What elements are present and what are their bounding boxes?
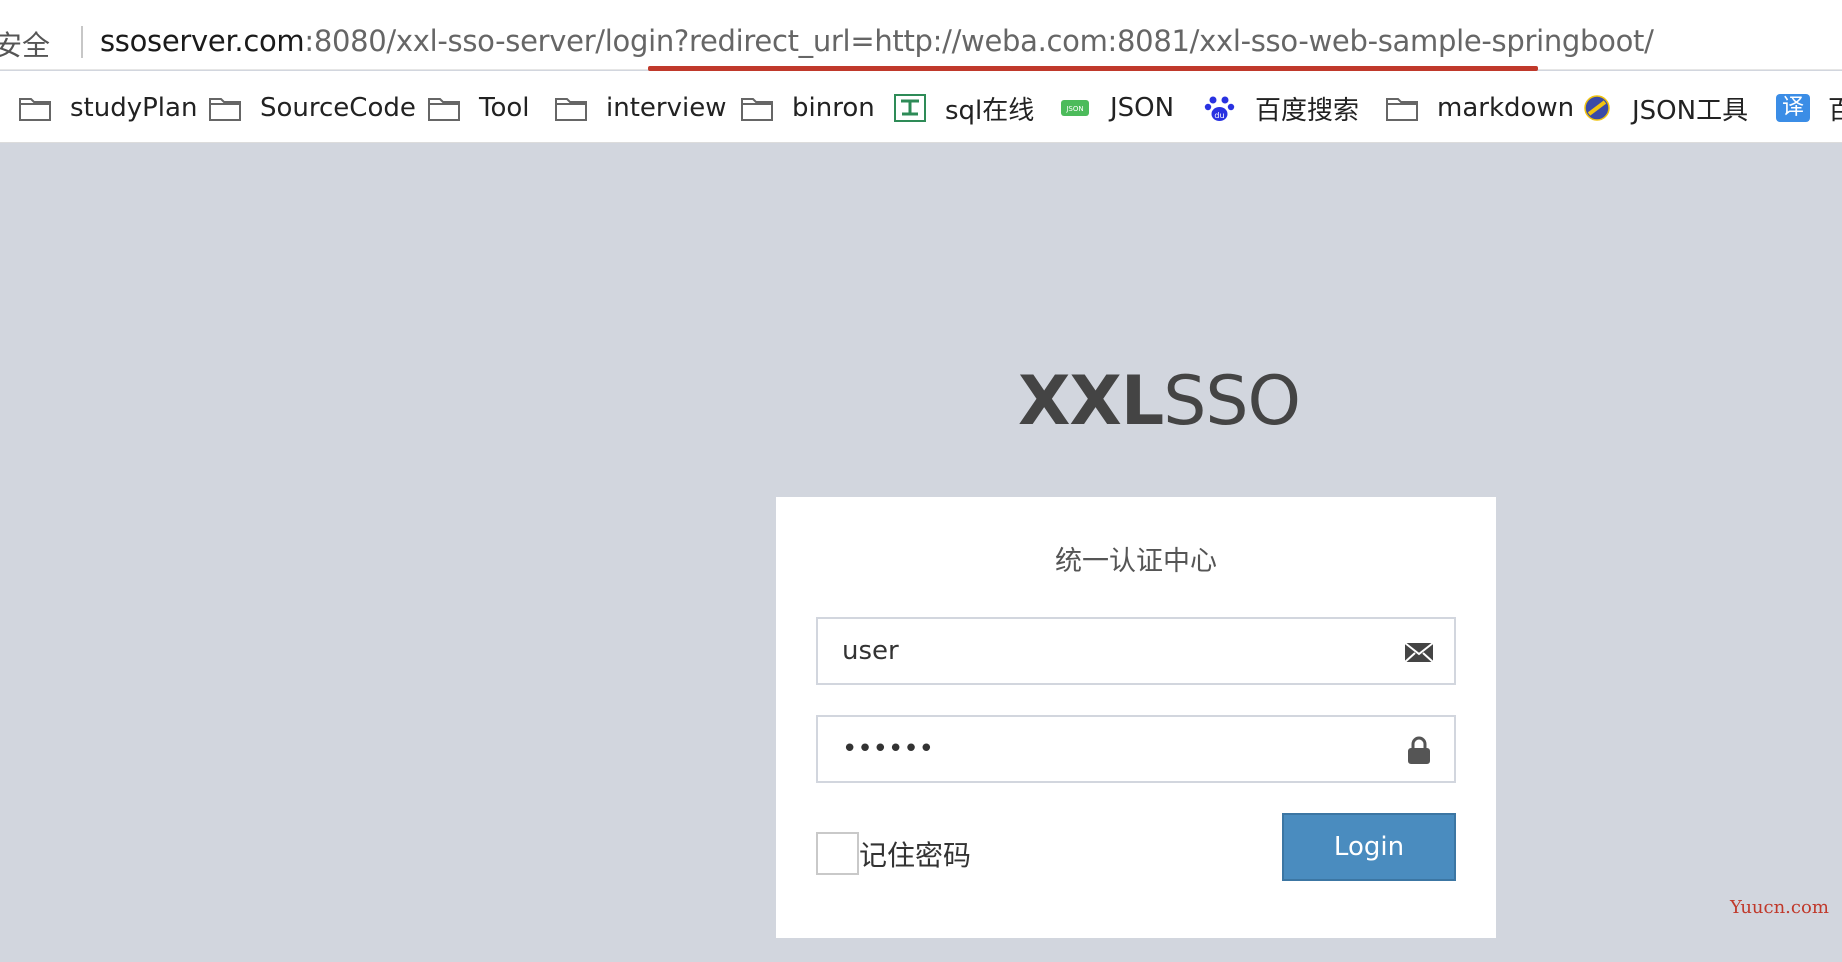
bookmark-label: markdown [1437,93,1575,123]
folder-icon [741,98,773,121]
lock-icon [1408,736,1430,764]
logo-light: SSO [1163,362,1301,441]
bookmark-label: JSON工具 [1632,95,1749,126]
baidu-paw-icon: du [1204,96,1235,121]
login-button[interactable]: Login [1282,813,1456,881]
bookmark-tool[interactable]: Tool [427,93,530,123]
bookmark-label: studyPlan [70,93,198,123]
address-separator [81,26,83,58]
envelope-icon [1404,642,1434,663]
sql-tool-icon [894,94,926,122]
bookmark-interview[interactable]: interview [554,93,726,123]
bookmark-json-tool[interactable]: JSON工具 [1580,93,1748,126]
password-field[interactable] [816,715,1456,783]
bookmark-sql-online[interactable]: sql在线 [893,93,1034,126]
folder-icon [19,98,51,121]
bookmark-label: JSON [1110,93,1175,123]
bookmark-studyplan[interactable]: studyPlan [18,93,197,123]
password-input[interactable] [842,717,1402,781]
bookmark-label: sql在线 [945,95,1035,126]
xxl-sso-logo: XXLSSO [1018,362,1301,441]
url-path: :8080/xxl-sso-server/login?redirect_url=… [304,24,1654,58]
login-title: 统一认证中心 [1055,546,1217,577]
json-tool-icon [1584,95,1610,121]
svg-text:JSON: JSON [1065,105,1083,113]
bookmark-label: 百 [1828,95,1842,126]
watermark: Yuucn.com [1730,897,1829,918]
bookmark-json[interactable]: JSON JSON [1058,93,1174,123]
bookmarks-bar: studyPlan SourceCode Tool interview binr… [0,71,1842,143]
url-host: ssoserver.com [100,24,305,58]
remember-me[interactable]: 记住密码 [816,832,971,875]
login-box: 统一认证中心 记住密码 Login [776,497,1496,938]
bookmark-label: SourceCode [260,93,416,123]
bookmark-markdown[interactable]: markdown [1385,93,1574,123]
url-field[interactable]: ssoserver.com:8080/xxl-sso-server/login?… [100,24,1654,58]
bookmark-label: Tool [479,93,530,123]
bookmark-sourcecode[interactable]: SourceCode [208,93,416,123]
remember-checkbox[interactable] [816,832,859,875]
folder-icon [555,98,587,121]
folder-icon [428,98,460,121]
json-icon: JSON [1061,100,1089,116]
folder-icon [1386,98,1418,121]
username-input[interactable] [842,619,1402,683]
folder-icon [209,98,241,121]
username-field[interactable] [816,617,1456,685]
bookmark-label: interview [606,93,727,123]
bookmark-baidu-search[interactable]: du 百度搜索 [1203,93,1359,126]
security-indicator[interactable]: 不安全 [0,24,50,64]
remember-label: 记住密码 [859,838,972,872]
bookmark-label: binron [792,93,875,123]
logo-bold: XXL [1018,362,1164,441]
translate-icon: 译 [1776,94,1810,122]
svg-text:du: du [1214,111,1224,120]
bookmark-translate[interactable]: 译 百 [1776,93,1842,126]
bookmark-label: 百度搜索 [1255,95,1360,126]
address-bar: 不安全 ssoserver.com:8080/xxl-sso-server/lo… [0,0,1842,71]
bookmark-binron[interactable]: binron [740,93,875,123]
